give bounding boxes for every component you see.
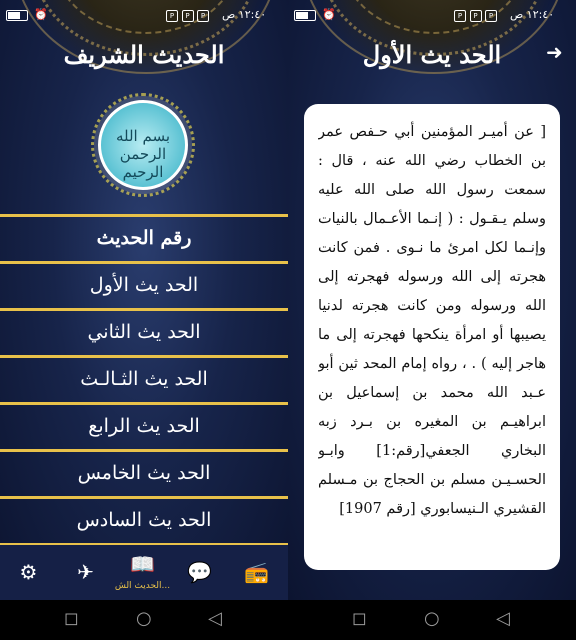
hadith-item-5[interactable]: الحد يث الخامس (0, 449, 288, 496)
bismillah-emblem: بسم الله الرحمن الرحيم (91, 93, 195, 197)
nav-hadith[interactable]: 📖 الحديث الش... (114, 545, 171, 600)
hadith-list: رقم الحديث الحد يث الأول الحد يث الثاني … (0, 214, 288, 546)
recents-icon[interactable]: ◻ (64, 608, 79, 629)
phone-screenshot: ⏰ P P P ١٢:٤٠ ص الحديث الشريف بسم الله ا… (0, 0, 576, 640)
nav-radio[interactable]: 📻 (228, 545, 285, 600)
notification-icon: P P P (166, 8, 209, 22)
hadith-item-4[interactable]: الحد يث الرابع (0, 402, 288, 449)
nav-settings[interactable]: ⚙ (0, 545, 57, 600)
nav-chat[interactable]: 💬 (171, 545, 228, 600)
system-nav-bar: ◻ ○ ◁ ◻ ○ ◁ (0, 600, 576, 640)
nav-hadith-label: الحديث الش... (114, 581, 171, 591)
bottom-nav: ⚙ ✈ 📖 الحديث الش... 💬 📻 (0, 545, 288, 600)
hadith-item-2[interactable]: الحد يث الثاني (0, 308, 288, 355)
home-icon[interactable]: ○ (136, 608, 152, 629)
list-header: رقم الحديث (0, 214, 288, 261)
hadith-item-6[interactable]: الحد يث السادس (0, 496, 288, 546)
page-title: الحد يث الأول (362, 40, 502, 69)
hadith-text-card: [ عن أميـر المؤمنين أبي حـفص عمر بن الخط… (304, 104, 560, 570)
radio-icon: 📻 (244, 560, 269, 584)
hadith-detail-screen: ⏰ P P P ١٢:٤٠ ص الحد يث الأول ➜ [ عن أمي… (288, 0, 576, 600)
emblem-text: بسم الله الرحمن الرحيم (115, 127, 171, 181)
nav-bookmarks[interactable]: ✈ (57, 545, 114, 600)
arrow-right-icon[interactable]: ➜ (546, 40, 563, 64)
status-bar: ⏰ P P P ١٢:٤٠ ص (288, 0, 576, 30)
home-icon[interactable]: ○ (424, 608, 440, 629)
alarm-icon: ⏰ (34, 8, 48, 21)
alarm-icon: ⏰ (322, 8, 336, 21)
recents-icon[interactable]: ◻ (352, 608, 367, 629)
page-title: الحديث الشريف (63, 40, 225, 69)
book-icon: 📖 (130, 552, 155, 576)
status-time: ١٢:٤٠ ص (510, 8, 555, 21)
status-bar: ⏰ P P P ١٢:٤٠ ص (0, 0, 288, 30)
hadith-item-3[interactable]: الحد يث الثـالـث (0, 355, 288, 402)
back-icon[interactable]: ◁ (496, 608, 510, 629)
back-icon[interactable]: ◁ (208, 608, 222, 629)
battery-icon (6, 10, 28, 21)
bookmark-icon: ✈ (77, 560, 94, 584)
status-time: ١٢:٤٠ ص (222, 8, 267, 21)
notification-icon: P P P (454, 8, 497, 22)
hadith-text: [ عن أميـر المؤمنين أبي حـفص عمر بن الخط… (318, 124, 546, 517)
hadith-item-1[interactable]: الحد يث الأول (0, 261, 288, 308)
hadith-list-screen: ⏰ P P P ١٢:٤٠ ص الحديث الشريف بسم الله ا… (0, 0, 288, 600)
settings-icon: ⚙ (19, 560, 38, 584)
battery-icon (294, 10, 316, 21)
chat-icon: 💬 (187, 560, 212, 584)
